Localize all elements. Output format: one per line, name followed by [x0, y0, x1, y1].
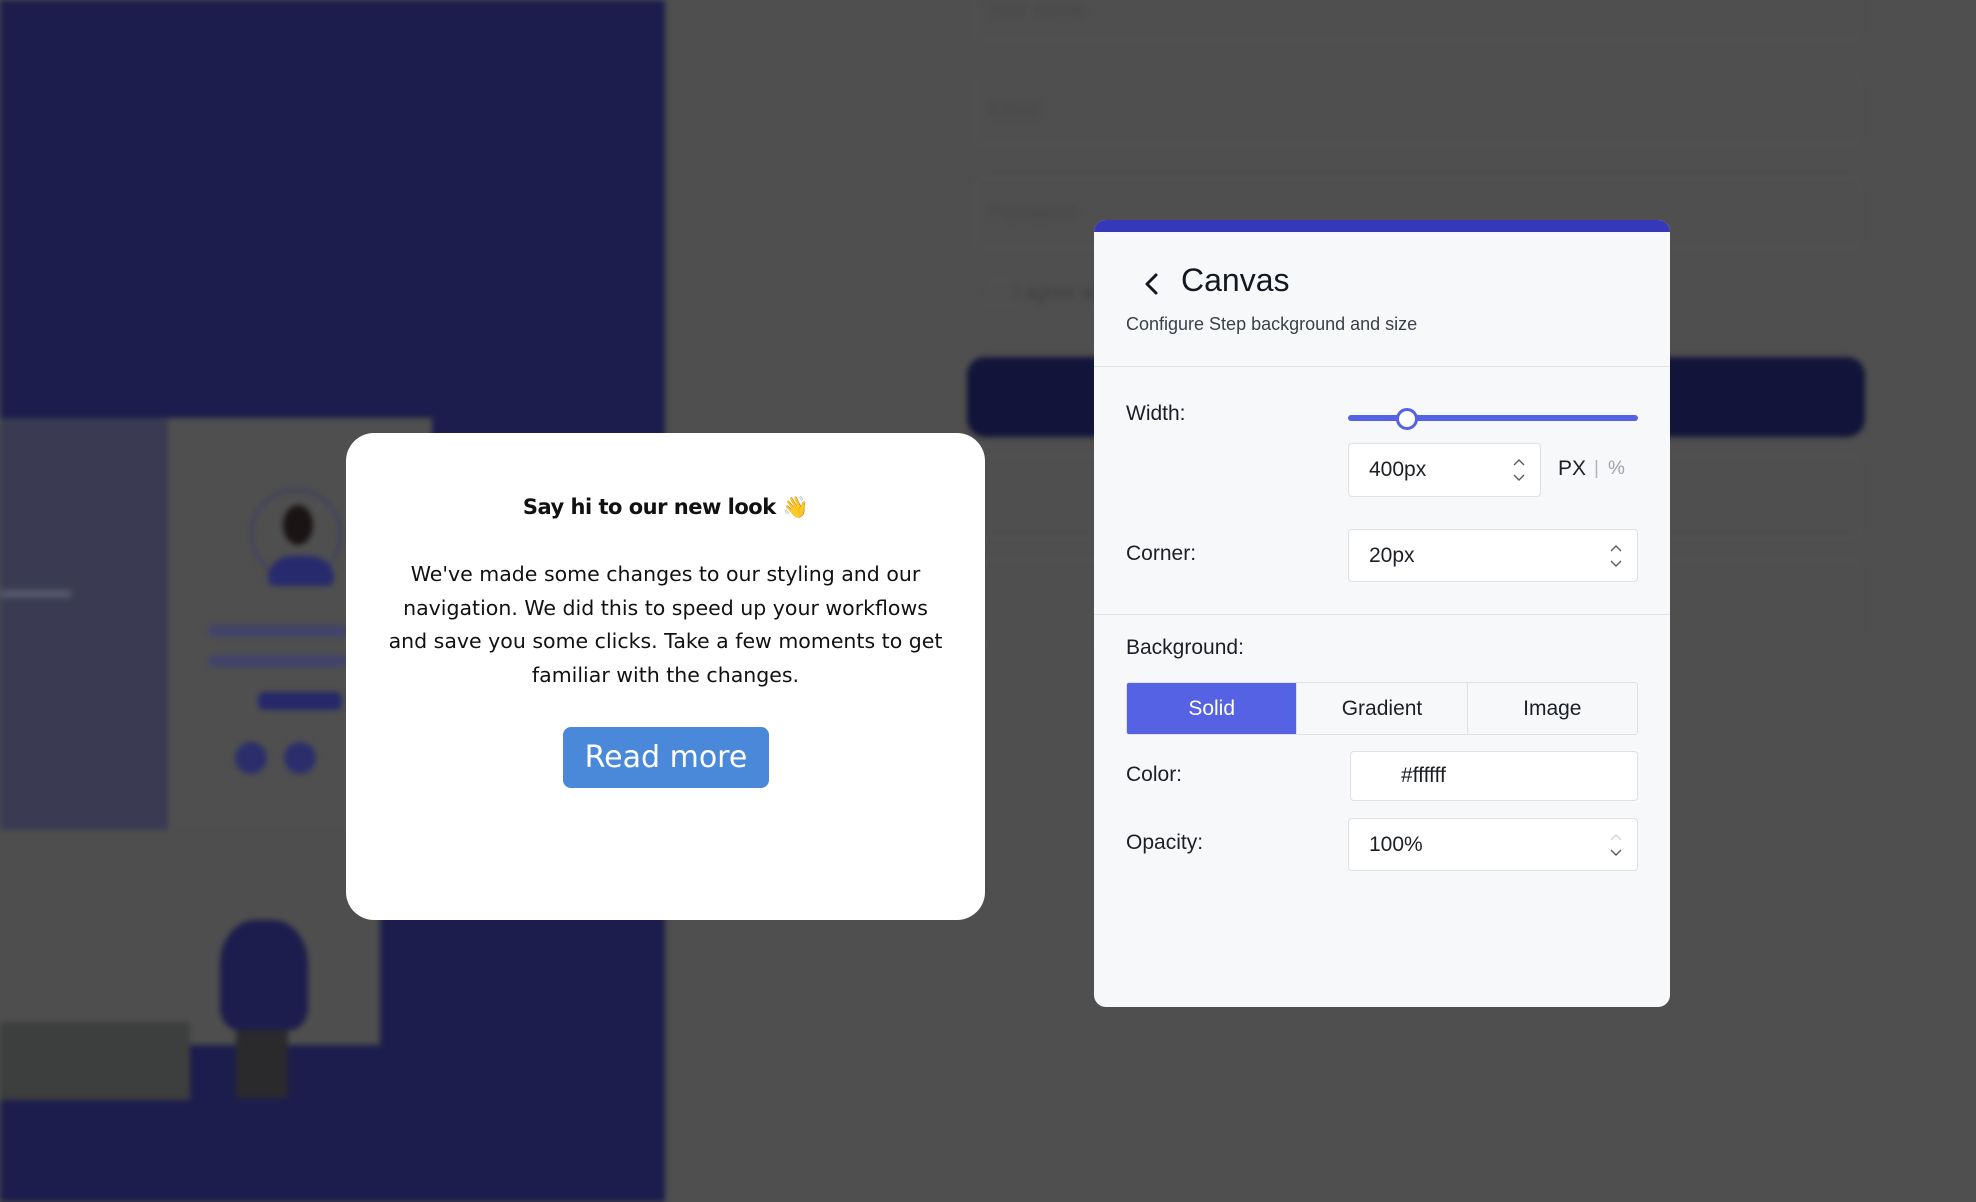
illustration-bar	[208, 625, 348, 637]
tab-solid[interactable]: Solid	[1127, 683, 1297, 734]
bg-agree-checkbox	[988, 280, 1014, 306]
illustration-plant	[220, 920, 308, 1030]
unit-px-toggle[interactable]: PX	[1558, 457, 1586, 481]
illustration-plant-pot	[236, 1030, 288, 1098]
corner-label: Corner:	[1126, 542, 1197, 565]
stepper-arrows-icon	[1610, 833, 1622, 856]
corner-input-field[interactable]	[1369, 530, 1571, 581]
stepper-arrows-icon	[1610, 544, 1622, 567]
tab-gradient[interactable]: Gradient	[1296, 683, 1467, 734]
color-input[interactable]	[1350, 751, 1638, 801]
width-input[interactable]	[1348, 443, 1541, 497]
divider	[1094, 614, 1670, 615]
illustration-line	[0, 590, 72, 598]
width-slider-track	[1348, 415, 1638, 421]
illustration-bar	[208, 655, 348, 667]
illustration-avatar-head	[283, 505, 313, 545]
color-label: Color:	[1126, 763, 1183, 786]
width-slider-thumb[interactable]	[1396, 408, 1418, 430]
background-type-tabs: Solid Gradient Image	[1126, 682, 1638, 735]
background-label: Background:	[1126, 636, 1244, 659]
chevron-left-icon	[1145, 273, 1158, 295]
illustration-social-circle	[235, 742, 267, 774]
unit-separator: |	[1594, 458, 1599, 479]
illustration-cabinet	[0, 1022, 190, 1100]
color-swatch[interactable]	[1361, 764, 1387, 790]
width-stepper[interactable]	[1512, 455, 1526, 485]
announcement-modal: Say hi to our new look 👋 We've made some…	[346, 433, 985, 920]
width-input-field[interactable]	[1369, 444, 1503, 496]
opacity-input-field[interactable]	[1369, 819, 1571, 870]
width-slider[interactable]	[1348, 408, 1638, 430]
corner-stepper[interactable]	[1609, 541, 1623, 571]
tab-image[interactable]: Image	[1466, 683, 1637, 734]
opacity-label: Opacity:	[1126, 831, 1204, 854]
bg-name-field: Your name	[975, 0, 1860, 40]
read-more-button[interactable]: Read more	[563, 727, 769, 788]
panel-subtitle: Configure Step background and size	[1126, 314, 1418, 334]
modal-title: Say hi to our new look 👋	[522, 495, 809, 519]
panel-title: Canvas	[1181, 262, 1290, 298]
stepper-arrows-icon	[1513, 459, 1525, 481]
panel-accent-bar	[1094, 220, 1670, 232]
divider	[1094, 366, 1670, 367]
unit-percent-toggle[interactable]: %	[1608, 458, 1625, 480]
canvas-settings-panel: Canvas Configure Step background and siz…	[1094, 220, 1670, 1007]
bg-name-placeholder: Your name	[988, 0, 1084, 21]
opacity-input[interactable]	[1348, 818, 1638, 871]
illustration-room	[0, 830, 380, 1045]
illustration-sidebar	[0, 418, 168, 830]
illustration-avatar-body	[268, 556, 334, 586]
color-input-field[interactable]	[1401, 752, 1602, 800]
back-button[interactable]	[1138, 268, 1166, 300]
bg-agree-label: I agree w	[1013, 282, 1096, 304]
illustration-social-circle	[284, 742, 316, 774]
bg-email-field: Email	[975, 75, 1860, 145]
width-label: Width:	[1126, 402, 1186, 425]
bg-password-placeholder: Password	[988, 202, 1076, 224]
modal-body: We've made some changes to our styling a…	[388, 562, 943, 687]
background-page: Your name Email Password I agree w	[0, 0, 1976, 1202]
bg-email-placeholder: Email	[988, 99, 1039, 121]
illustration-button	[258, 692, 342, 710]
opacity-stepper[interactable]	[1609, 830, 1623, 860]
corner-input[interactable]	[1348, 529, 1638, 582]
